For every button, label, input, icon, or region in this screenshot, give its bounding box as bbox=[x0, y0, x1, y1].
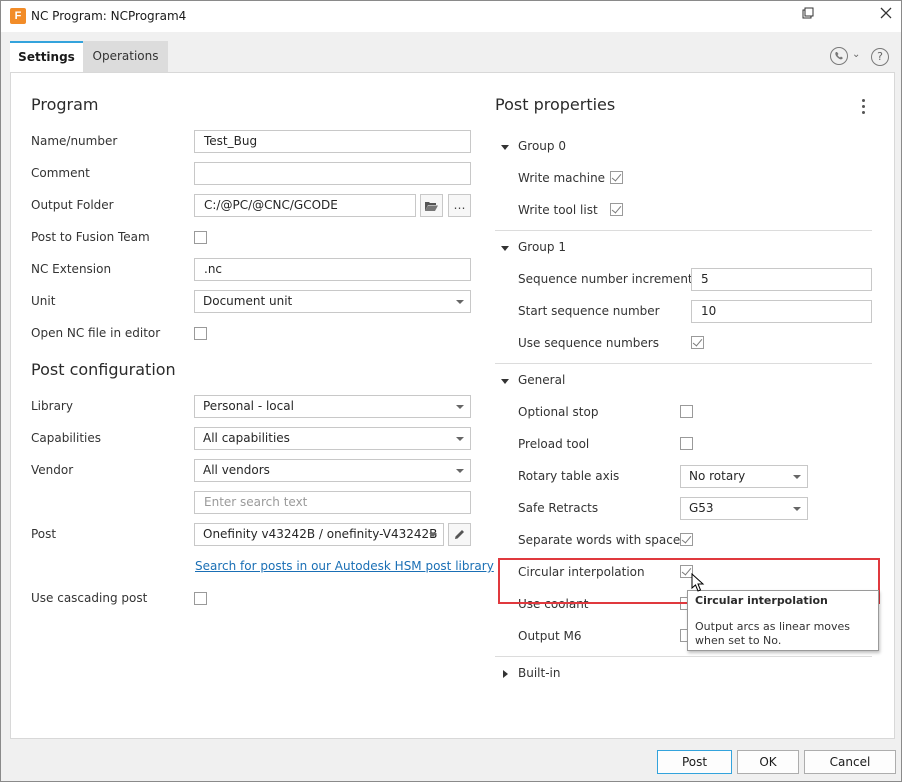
post-properties-heading: Post properties bbox=[495, 95, 616, 114]
post-button[interactable]: Post bbox=[657, 750, 732, 774]
rotary-axis-label: Rotary table axis bbox=[518, 469, 620, 483]
browse-button[interactable]: … bbox=[448, 194, 471, 217]
post-search-input[interactable]: Enter search text bbox=[194, 491, 471, 514]
divider bbox=[495, 656, 872, 657]
chevron-down-icon[interactable]: ⌄ bbox=[852, 49, 860, 60]
post-to-team-checkbox[interactable] bbox=[194, 231, 207, 244]
tooltip-title: Circular interpolation bbox=[695, 594, 828, 607]
dropdown-caret-icon bbox=[456, 405, 464, 409]
output-folder-input[interactable]: C:/@PC/@CNC/GCODE bbox=[194, 194, 416, 217]
window-title: NC Program: NCProgram4 bbox=[31, 9, 187, 23]
rotary-axis-value: No rotary bbox=[689, 469, 746, 483]
vendor-value: All vendors bbox=[203, 463, 270, 477]
name-input[interactable]: Test_Bug bbox=[194, 130, 471, 153]
vendor-label: Vendor bbox=[31, 463, 74, 477]
write-machine-label: Write machine bbox=[518, 171, 606, 185]
library-value: Personal - local bbox=[203, 399, 294, 413]
write-machine-checkbox[interactable] bbox=[610, 171, 623, 184]
separate-words-label: Separate words with space bbox=[518, 533, 681, 547]
open-nc-checkbox[interactable] bbox=[194, 327, 207, 340]
cascading-label: Use cascading post bbox=[31, 591, 148, 605]
dropdown-caret-icon bbox=[429, 533, 437, 537]
safe-retracts-value: G53 bbox=[689, 501, 714, 515]
comment-input[interactable] bbox=[194, 162, 471, 185]
phone-icon[interactable] bbox=[830, 47, 848, 65]
collapse-arrow-icon[interactable] bbox=[501, 246, 509, 251]
unit-label: Unit bbox=[31, 294, 56, 308]
tooltip-body: Output arcs as linear moves when set to … bbox=[695, 620, 851, 647]
unit-select[interactable]: Document unit bbox=[194, 290, 471, 313]
dropdown-caret-icon bbox=[456, 469, 464, 473]
preload-tool-label: Preload tool bbox=[518, 437, 590, 451]
restore-window-icon[interactable] bbox=[795, 4, 821, 28]
tooltip: Circular interpolation Output arcs as li… bbox=[687, 590, 879, 651]
seq-increment-label: Sequence number increment bbox=[518, 272, 693, 286]
close-icon[interactable] bbox=[873, 4, 899, 28]
capabilities-label: Capabilities bbox=[31, 431, 101, 445]
more-options-icon[interactable] bbox=[862, 99, 866, 117]
fusion-app-icon: F bbox=[10, 8, 26, 24]
nc-program-dialog: F NC Program: NCProgram4 Settings Operat… bbox=[0, 0, 902, 782]
optional-stop-label: Optional stop bbox=[518, 405, 599, 419]
output-folder-label: Output Folder bbox=[31, 198, 114, 212]
mouse-pointer-icon bbox=[691, 572, 705, 596]
search-posts-link[interactable]: Search for posts in our Autodesk HSM pos… bbox=[195, 559, 494, 573]
open-nc-label: Open NC file in editor bbox=[31, 326, 161, 340]
builtin-header[interactable]: Built-in bbox=[518, 666, 560, 680]
preload-tool-checkbox[interactable] bbox=[680, 437, 693, 450]
dropdown-caret-icon bbox=[793, 475, 801, 479]
collapse-arrow-icon[interactable] bbox=[501, 145, 509, 150]
title-bar: F NC Program: NCProgram4 bbox=[1, 1, 901, 32]
folder-icon[interactable] bbox=[420, 194, 443, 217]
edit-post-pencil-icon[interactable] bbox=[448, 523, 471, 546]
safe-retracts-select[interactable]: G53 bbox=[680, 497, 808, 520]
ok-button[interactable]: OK bbox=[737, 750, 799, 774]
group1-header[interactable]: Group 1 bbox=[518, 240, 566, 254]
post-config-heading: Post configuration bbox=[31, 360, 176, 379]
nc-extension-input[interactable]: .nc bbox=[194, 258, 471, 281]
separate-words-checkbox[interactable] bbox=[680, 533, 693, 546]
help-icon[interactable]: ? bbox=[871, 48, 889, 66]
nc-extension-label: NC Extension bbox=[31, 262, 112, 276]
dropdown-caret-icon bbox=[456, 437, 464, 441]
collapse-arrow-icon[interactable] bbox=[501, 379, 509, 384]
library-select[interactable]: Personal - local bbox=[194, 395, 471, 418]
library-label: Library bbox=[31, 399, 73, 413]
start-seq-label: Start sequence number bbox=[518, 304, 660, 318]
group0-header[interactable]: Group 0 bbox=[518, 139, 566, 153]
start-seq-input[interactable]: 10 bbox=[691, 300, 872, 323]
divider bbox=[495, 230, 872, 231]
safe-retracts-label: Safe Retracts bbox=[518, 501, 599, 515]
tab-operations[interactable]: Operations bbox=[83, 41, 168, 72]
cancel-button[interactable]: Cancel bbox=[804, 750, 896, 774]
optional-stop-checkbox[interactable] bbox=[680, 405, 693, 418]
output-m6-label: Output M6 bbox=[518, 629, 582, 643]
write-tool-list-checkbox[interactable] bbox=[610, 203, 623, 216]
cascading-checkbox[interactable] bbox=[194, 592, 207, 605]
use-seq-label: Use sequence numbers bbox=[518, 336, 659, 350]
post-select[interactable]: Onefinity v43242B / onefinity-V43242B bbox=[194, 523, 444, 546]
post-to-team-label: Post to Fusion Team bbox=[31, 230, 150, 244]
post-value: Onefinity v43242B / onefinity-V43242B bbox=[203, 527, 438, 541]
vendor-select[interactable]: All vendors bbox=[194, 459, 471, 482]
dropdown-caret-icon bbox=[793, 507, 801, 511]
capabilities-select[interactable]: All capabilities bbox=[194, 427, 471, 450]
general-header[interactable]: General bbox=[518, 373, 565, 387]
capabilities-value: All capabilities bbox=[203, 431, 290, 445]
expand-arrow-icon[interactable] bbox=[503, 670, 508, 678]
divider bbox=[495, 363, 872, 364]
program-heading: Program bbox=[31, 95, 99, 114]
comment-label: Comment bbox=[31, 166, 90, 180]
dropdown-caret-icon bbox=[456, 300, 464, 304]
tab-settings[interactable]: Settings bbox=[10, 41, 83, 72]
unit-value: Document unit bbox=[203, 294, 293, 308]
post-label: Post bbox=[31, 527, 57, 541]
rotary-axis-select[interactable]: No rotary bbox=[680, 465, 808, 488]
seq-increment-input[interactable]: 5 bbox=[691, 268, 872, 291]
use-seq-checkbox[interactable] bbox=[691, 336, 704, 349]
name-label: Name/number bbox=[31, 134, 118, 148]
write-tool-list-label: Write tool list bbox=[518, 203, 598, 217]
tab-bar: Settings Operations bbox=[1, 32, 901, 72]
